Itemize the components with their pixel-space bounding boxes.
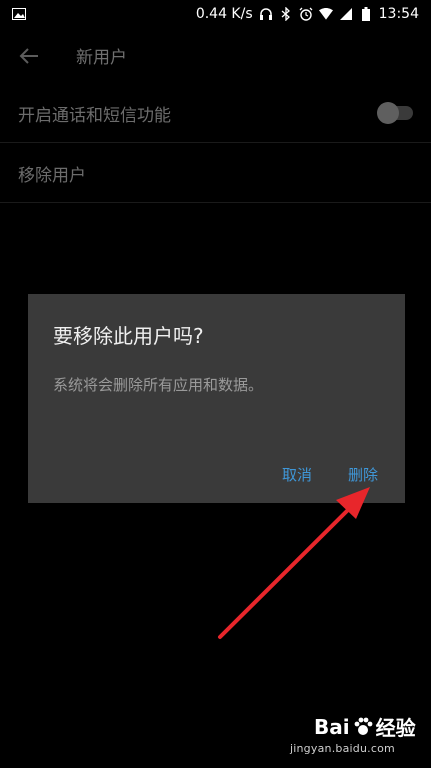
calls-sms-setting[interactable]: 开启通话和短信功能 <box>0 84 431 143</box>
baidu-logo: Bai 经验 <box>314 714 416 741</box>
battery-icon <box>359 7 373 21</box>
remove-user-label: 移除用户 <box>18 165 86 186</box>
dialog-message: 系统将会删除所有应用和数据。 <box>53 376 264 394</box>
paw-icon <box>354 717 373 735</box>
remove-user-setting[interactable]: 移除用户 <box>0 144 431 203</box>
delete-button[interactable]: 删除 <box>348 464 378 485</box>
status-bar: 0.44 K/s 13:54 <box>0 0 431 28</box>
remove-user-dialog: 要移除此用户吗? 系统将会删除所有应用和数据。 取消 删除 <box>28 294 405 503</box>
baidu-watermark: Bai 经验 jingyan.baidu.com <box>290 712 430 768</box>
network-speed: 0.44 K/s <box>195 6 253 22</box>
toggle-knob <box>377 102 399 124</box>
signal-icon <box>339 7 353 21</box>
back-button[interactable] <box>18 45 40 67</box>
calls-sms-label: 开启通话和短信功能 <box>18 105 171 126</box>
headphones-icon <box>259 7 273 21</box>
calls-sms-toggle[interactable] <box>377 102 413 124</box>
app-bar: 新用户 <box>0 28 431 83</box>
alarm-icon <box>299 7 313 21</box>
image-icon <box>12 7 26 21</box>
watermark-url: jingyan.baidu.com <box>290 742 395 755</box>
bluetooth-icon <box>279 7 293 21</box>
arrow-left-icon <box>19 47 38 64</box>
cancel-button[interactable]: 取消 <box>282 464 312 485</box>
wifi-icon <box>318 7 333 21</box>
clock: 13:54 <box>378 6 419 22</box>
dialog-title: 要移除此用户吗? <box>53 324 204 348</box>
page-title: 新用户 <box>76 48 127 68</box>
